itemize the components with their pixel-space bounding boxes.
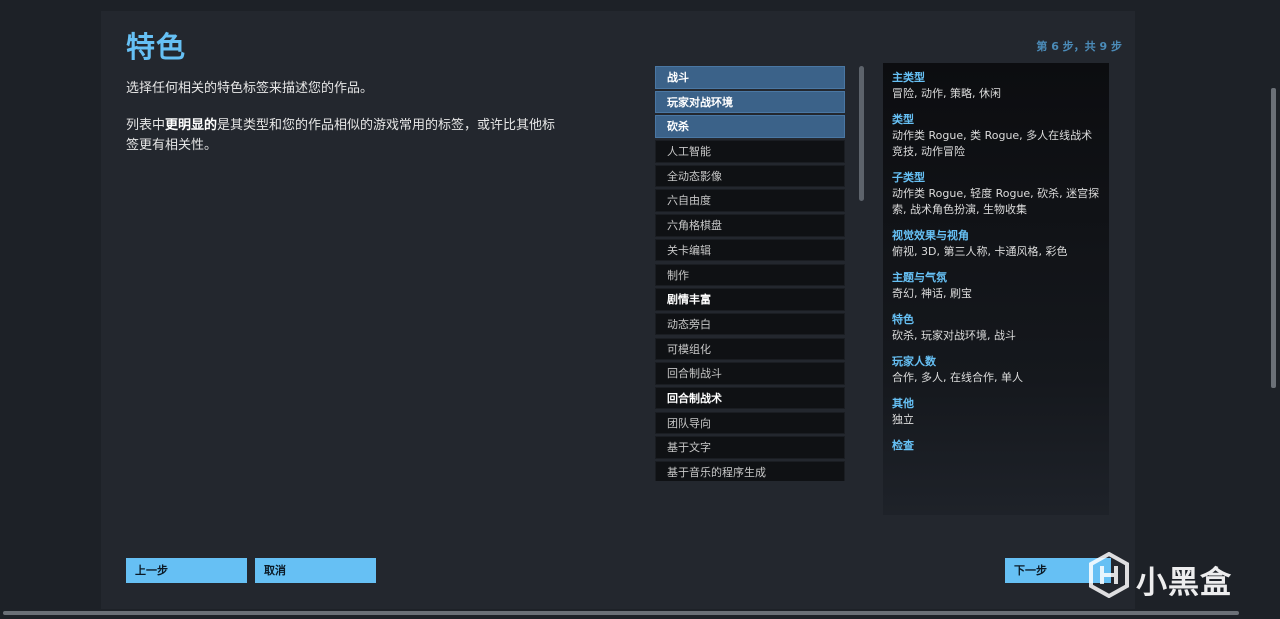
tag-list: 战斗 玩家对战环境 砍杀 人工智能 全动态影像 六自由度 六角格棋盘 关卡编辑 制作 剧情丰富 动态…: [655, 66, 845, 481]
description-emphasis: 更明显的: [165, 118, 218, 133]
tag-item[interactable]: 可模组化: [655, 337, 845, 361]
description-line-2: 列表中更明显的是其类型和您的作品相似的游戏常用的标签，或许比其他标签更有相关性。: [126, 116, 556, 156]
previous-button[interactable]: 上一步: [126, 558, 247, 583]
summary-heading[interactable]: 视觉效果与视角: [892, 228, 1101, 244]
watermark-text: 小黑盒: [1136, 565, 1232, 601]
summary-heading[interactable]: 玩家人数: [892, 354, 1101, 370]
heybox-logo-icon: [1089, 552, 1129, 598]
summary-value: 冒险, 动作, 策略, 休闲: [892, 87, 1001, 100]
cancel-button[interactable]: 取消: [255, 558, 376, 583]
page-vertical-scrollbar[interactable]: [1271, 88, 1276, 388]
page-title: 特色: [126, 30, 187, 64]
summary-section: 类型 动作类 Rogue, 类 Rogue, 多人在线战术竞技, 动作冒险: [892, 112, 1101, 160]
tag-item[interactable]: 剧情丰富: [655, 288, 845, 311]
tag-summary-panel: 主类型 冒险, 动作, 策略, 休闲类型 动作类 Rogue, 类 Rogue, 多…: [883, 63, 1109, 515]
tag-item[interactable]: 砍杀: [655, 115, 845, 138]
tag-item[interactable]: 回合制战术: [655, 386, 845, 410]
tag-item[interactable]: 战斗: [655, 66, 845, 89]
summary-value: 独立: [892, 413, 914, 426]
summary-heading[interactable]: 主类型: [892, 70, 1101, 86]
summary-section: 主类型 冒险, 动作, 策略, 休闲: [892, 70, 1101, 102]
tag-item[interactable]: 人工智能: [655, 140, 845, 163]
summary-value: 动作类 Rogue, 类 Rogue, 多人在线战术竞技, 动作冒险: [892, 129, 1093, 158]
summary-value: 俯视, 3D, 第三人称, 卡通风格, 彩色: [892, 245, 1068, 258]
tag-item[interactable]: 制作: [655, 263, 845, 286]
tag-item[interactable]: 动态旁白: [655, 312, 845, 336]
tag-item[interactable]: 基于文字: [655, 436, 845, 459]
summary-heading[interactable]: 主题与气氛: [892, 270, 1101, 286]
summary-value: 合作, 多人, 在线合作, 单人: [892, 371, 1023, 384]
summary-section: 检查: [892, 438, 1101, 454]
summary-heading[interactable]: 子类型: [892, 170, 1101, 186]
tag-item[interactable]: 六角格棋盘: [655, 214, 845, 237]
summary-section: 玩家人数 合作, 多人, 在线合作, 单人: [892, 354, 1101, 386]
summary-value: 动作类 Rogue, 轻度 Rogue, 砍杀, 迷宫探索, 战术角色扮演, 生…: [892, 187, 1100, 216]
tag-item[interactable]: 关卡编辑: [655, 238, 845, 262]
tag-item[interactable]: 六自由度: [655, 189, 845, 212]
summary-section: 子类型 动作类 Rogue, 轻度 Rogue, 砍杀, 迷宫探索, 战术角色扮演…: [892, 170, 1101, 218]
description-line-1: 选择任何相关的特色标签来描述您的作品。: [126, 81, 374, 96]
tag-item[interactable]: 回合制战斗: [655, 362, 845, 385]
summary-heading[interactable]: 特色: [892, 312, 1101, 328]
summary-value: 奇幻, 神话, 刷宝: [892, 287, 972, 300]
tag-item[interactable]: 全动态影像: [655, 164, 845, 188]
tag-list-scrollbar[interactable]: [859, 66, 864, 201]
summary-section: 主题与气氛 奇幻, 神话, 刷宝: [892, 270, 1101, 302]
description-prefix: 列表中: [126, 118, 166, 133]
summary-value: 砍杀, 玩家对战环境, 战斗: [892, 329, 1016, 342]
tag-item[interactable]: 团队导向: [655, 411, 845, 435]
summary-heading[interactable]: 类型: [892, 112, 1101, 128]
summary-heading[interactable]: 其他: [892, 396, 1101, 412]
summary-section: 特色 砍杀, 玩家对战环境, 战斗: [892, 312, 1101, 344]
summary-heading[interactable]: 检查: [892, 438, 1101, 454]
summary-section: 其他 独立: [892, 396, 1101, 428]
step-indicator: 第 6 步，共 9 步: [1036, 40, 1122, 53]
page-horizontal-scrollbar[interactable]: [3, 611, 1239, 615]
summary-section: 视觉效果与视角 俯视, 3D, 第三人称, 卡通风格, 彩色: [892, 228, 1101, 260]
tag-item[interactable]: 基于音乐的程序生成: [655, 461, 845, 481]
tag-item[interactable]: 玩家对战环境: [655, 90, 845, 114]
